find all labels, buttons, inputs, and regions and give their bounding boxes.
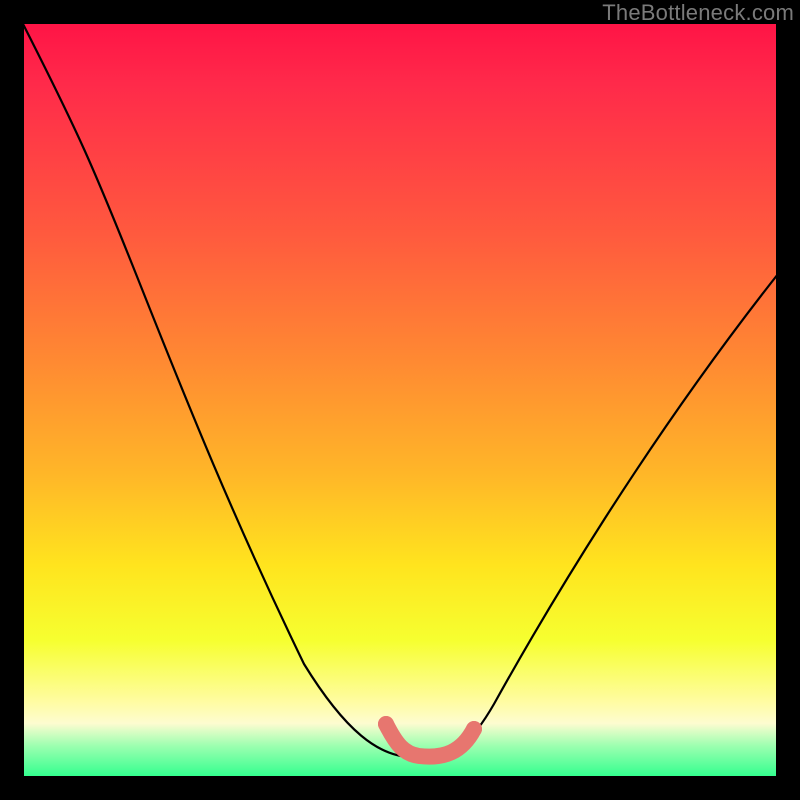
highlight-flat-segment <box>386 724 474 757</box>
highlight-endcap-left <box>378 716 394 732</box>
plot-area <box>24 24 776 776</box>
bottleneck-curve <box>22 22 778 757</box>
highlight-endcap-right <box>466 721 482 737</box>
curve-layer <box>24 24 776 776</box>
watermark-text: TheBottleneck.com <box>602 0 794 26</box>
chart-frame: TheBottleneck.com <box>0 0 800 800</box>
